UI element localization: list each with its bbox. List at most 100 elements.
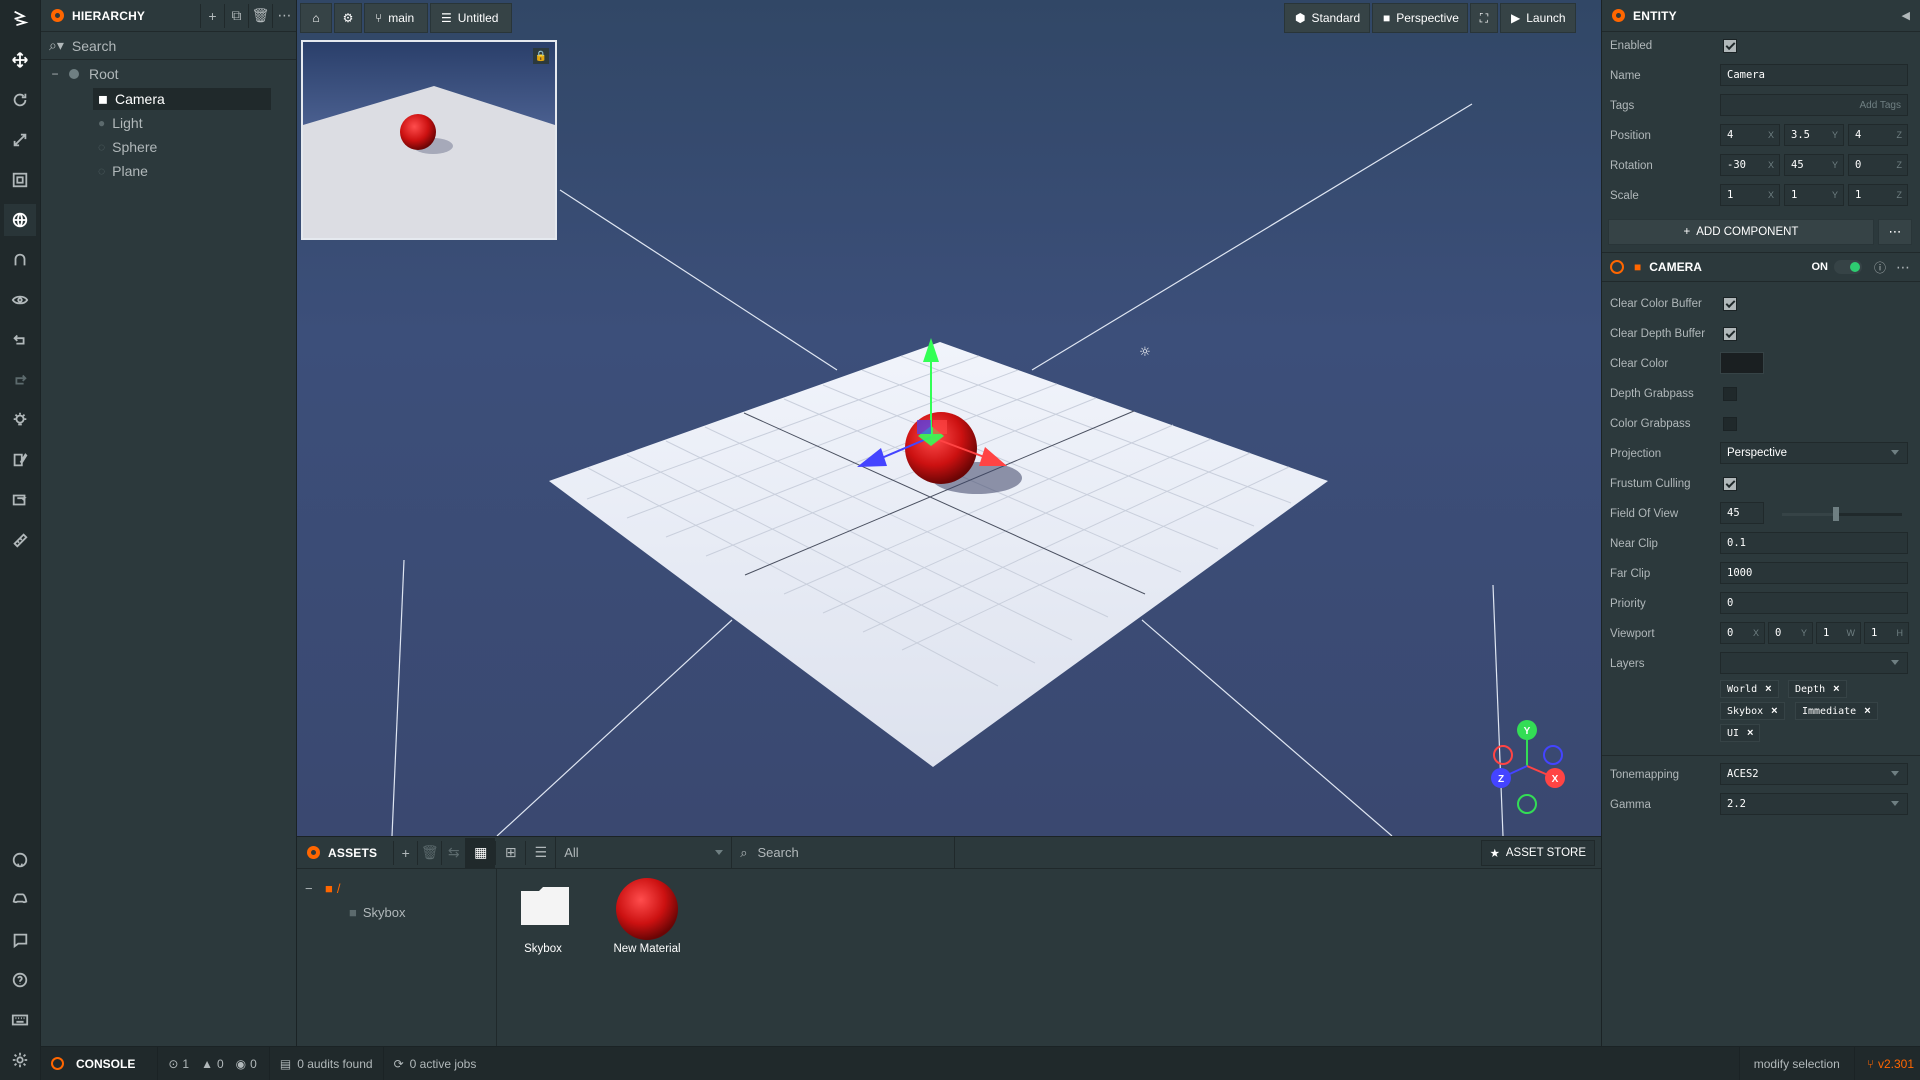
close-icon[interactable]: × (1771, 705, 1777, 717)
component-menu-button[interactable]: ⋯ (1878, 219, 1912, 245)
tree-item-plane[interactable]: ◌ Plane (93, 160, 271, 182)
duplicate-icon[interactable]: ⧉ (224, 3, 248, 28)
rotation-x-field[interactable]: -30 X (1720, 154, 1780, 176)
branch-button[interactable]: ⑂ main (364, 3, 428, 33)
position-z-field[interactable]: 4Z (1848, 124, 1908, 146)
rotation-y-field[interactable]: 45 Y (1784, 154, 1844, 176)
logo-icon[interactable] (4, 2, 36, 34)
close-icon[interactable]: × (1864, 705, 1870, 717)
projection-select[interactable]: Perspective (1720, 442, 1908, 464)
feedback-icon[interactable] (4, 924, 36, 956)
error-count[interactable]: 1 (182, 1057, 189, 1071)
audits-label[interactable]: 0 audits found (297, 1057, 372, 1071)
clear-depth-buffer-checkbox[interactable] (1723, 327, 1737, 341)
settings-button[interactable]: ⚙ (334, 3, 362, 33)
asset-store-button[interactable]: ★ ASSET STORE (1480, 839, 1595, 866)
rotation-z-field[interactable]: 0Z (1848, 154, 1908, 176)
camera-toggle[interactable] (1833, 260, 1862, 274)
grid-small-icon[interactable]: ⊞ (495, 840, 525, 865)
fov-field[interactable]: 45 (1720, 502, 1764, 524)
code-icon[interactable] (4, 444, 36, 476)
viewport-h-field[interactable]: 1H (1864, 622, 1909, 644)
lock-icon[interactable]: 🔒 (533, 48, 549, 64)
color-grabpass-checkbox[interactable] (1723, 417, 1737, 431)
close-icon[interactable]: × (1765, 683, 1771, 695)
frustum-culling-checkbox[interactable] (1723, 477, 1737, 491)
keyboard-icon[interactable] (4, 1004, 36, 1036)
launch-button[interactable]: ▶ Launch (1500, 3, 1576, 33)
priority-field[interactable]: 0 (1720, 592, 1908, 614)
tree-item-root[interactable]: − Root (47, 63, 277, 85)
tree-item-camera[interactable]: ◼ Camera (93, 88, 271, 110)
position-y-field[interactable]: 3.5 Y (1784, 124, 1844, 146)
build-icon[interactable] (4, 484, 36, 516)
enabled-checkbox[interactable] (1723, 39, 1737, 53)
position-x-field[interactable]: 4X (1720, 124, 1780, 146)
move-icon[interactable] (4, 44, 36, 76)
home-button[interactable]: ⌂ (300, 3, 332, 33)
scale-y-field[interactable]: 1Y (1784, 184, 1844, 206)
version-label[interactable]: v2.301 (1878, 1057, 1914, 1071)
scene-viewport[interactable]: ☼ ⌂ ⚙ ⑂ main ☰ Untitled ⬢ Standard ■ Perspec… (297, 0, 1601, 836)
snap-icon[interactable] (4, 244, 36, 276)
delete-icon[interactable]: 🗑 (417, 840, 441, 865)
grid-large-icon[interactable]: ▦ (465, 837, 496, 868)
tonemapping-select[interactable]: ACES2 (1720, 763, 1908, 785)
camera-component-header[interactable]: ■ CAMERA ON ⓘ ⋯ (1602, 252, 1920, 282)
close-icon[interactable]: × (1833, 683, 1839, 695)
info-count[interactable]: 0 (250, 1057, 257, 1071)
discord-icon[interactable] (4, 882, 36, 914)
camera-select-button[interactable]: ■ Perspective (1372, 3, 1468, 33)
clear-color-buffer-checkbox[interactable] (1723, 297, 1737, 311)
layer-tag[interactable]: Depth × (1788, 680, 1847, 698)
settings-icon[interactable] (4, 1044, 36, 1076)
redo-icon[interactable] (4, 364, 36, 396)
tree-item-sphere[interactable]: ◌ Sphere (93, 136, 271, 158)
tree-item-root-folder[interactable]: − ■ / (305, 877, 340, 899)
layer-tag[interactable]: World × (1720, 680, 1779, 698)
list-view-icon[interactable]: ☰ (525, 840, 555, 865)
asset-search-input[interactable]: Search (758, 845, 799, 860)
fov-slider-track[interactable] (1782, 507, 1902, 521)
more-icon[interactable]: ⋯ (1896, 259, 1910, 276)
collapse-icon[interactable]: − (305, 881, 317, 896)
focus-icon[interactable] (4, 284, 36, 316)
asset-item-skybox[interactable]: Skybox (499, 877, 587, 969)
depth-grabpass-checkbox[interactable] (1723, 387, 1737, 401)
resize-icon[interactable] (4, 164, 36, 196)
layers-select[interactable] (1720, 652, 1908, 674)
near-clip-field[interactable]: 0.1 (1720, 532, 1908, 554)
clear-color-swatch[interactable] (1720, 352, 1764, 374)
name-field[interactable]: Camera (1720, 64, 1908, 86)
collapse-icon[interactable]: − (47, 67, 63, 81)
checkpoint-button[interactable]: ☰ Untitled (430, 3, 512, 33)
rotate-icon[interactable] (4, 84, 36, 116)
gamma-select[interactable]: 2.2 (1720, 793, 1908, 815)
help-icon[interactable]: ⓘ (1874, 259, 1886, 276)
fullscreen-button[interactable]: ⛶ (1470, 3, 1498, 33)
layer-tag[interactable]: Skybox × (1720, 702, 1785, 720)
add-entity-button[interactable]: + (200, 3, 224, 28)
add-component-button[interactable]: + ADD COMPONENT (1608, 219, 1874, 245)
scale-x-field[interactable]: 1X (1720, 184, 1780, 206)
scale-z-field[interactable]: 1Z (1848, 184, 1908, 206)
undo-icon[interactable] (4, 324, 36, 356)
bake-icon[interactable] (4, 404, 36, 436)
render-mode-button[interactable]: ⬢ Standard (1284, 3, 1370, 33)
jobs-label[interactable]: 0 active jobs (410, 1057, 477, 1071)
tree-item-skybox-folder[interactable]: ■ Skybox (349, 901, 406, 923)
github-icon[interactable] (4, 844, 36, 876)
asset-search[interactable]: ⌕ Search (731, 836, 956, 869)
asset-item-new-material[interactable]: New Material (595, 877, 699, 969)
layer-tag[interactable]: UI × (1720, 724, 1761, 742)
collapse-icon[interactable] (1610, 260, 1624, 274)
tree-item-light[interactable]: ● Light (93, 112, 271, 134)
panel-collapse-icon[interactable] (1612, 9, 1625, 22)
help-icon[interactable] (4, 964, 36, 996)
panel-collapse-icon[interactable] (51, 9, 64, 22)
fov-slider-handle[interactable] (1833, 507, 1839, 521)
publish-icon[interactable] (4, 524, 36, 556)
asset-filter-select[interactable]: All (555, 836, 731, 869)
far-clip-field[interactable]: 1000 (1720, 562, 1908, 584)
hierarchy-search[interactable]: ⌕▾ Search (41, 32, 296, 60)
